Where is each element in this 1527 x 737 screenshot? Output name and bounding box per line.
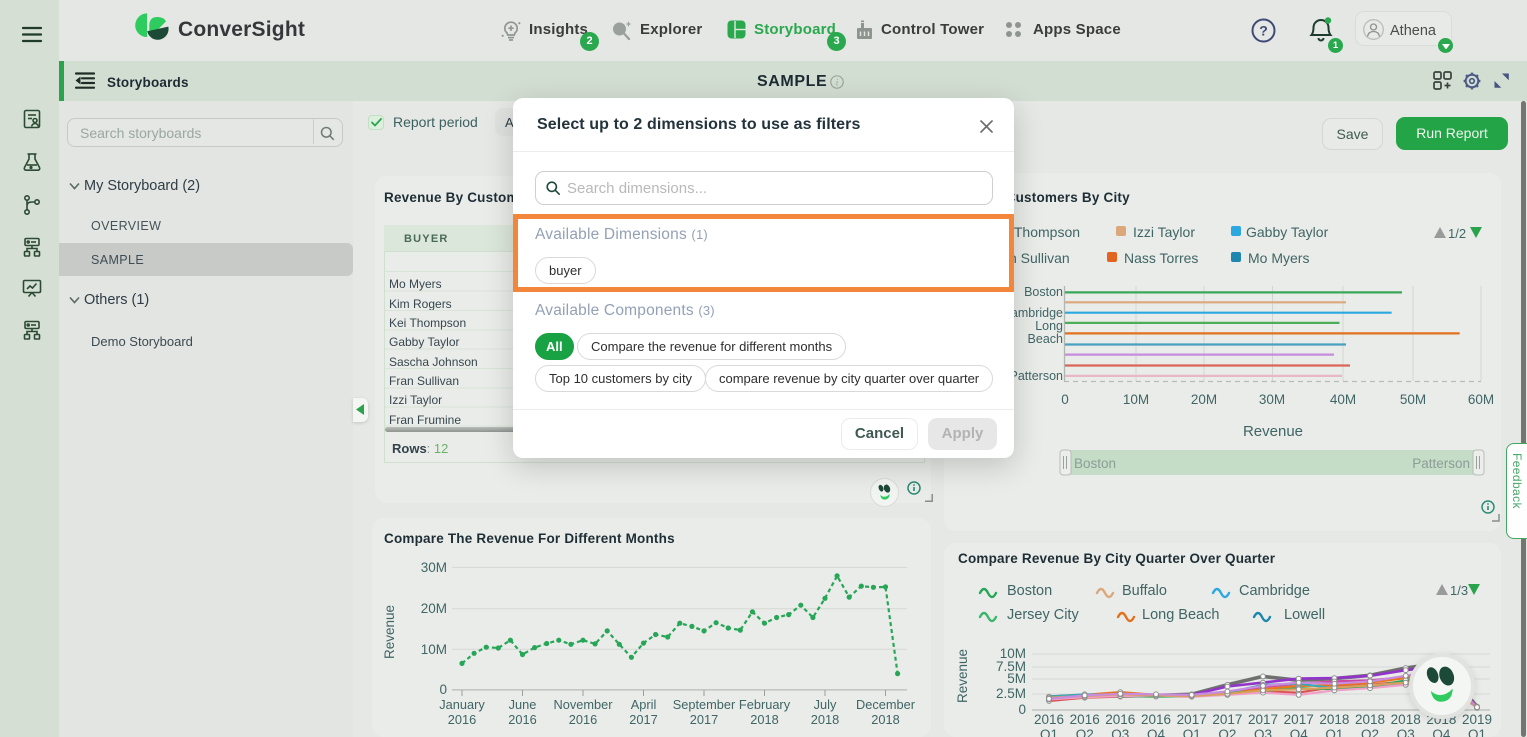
- svg-text:Lowell: Lowell: [1284, 607, 1325, 623]
- svg-text:30M: 30M: [421, 560, 447, 575]
- svg-text:2019: 2019: [1462, 712, 1492, 727]
- svg-text:Q1: Q1: [1325, 727, 1343, 737]
- svg-text:2016: 2016: [508, 712, 536, 727]
- svg-text:2016: 2016: [448, 712, 476, 727]
- svg-text:Gabby Taylor: Gabby Taylor: [1246, 224, 1329, 240]
- svg-text:2018: 2018: [1391, 712, 1421, 727]
- svg-text:40M: 40M: [1330, 392, 1356, 407]
- svg-text:10M: 10M: [421, 642, 447, 657]
- svg-text:2017: 2017: [629, 712, 657, 727]
- svg-text:10M: 10M: [1123, 392, 1149, 407]
- svg-text:2017: 2017: [690, 712, 718, 727]
- svg-text:5M: 5M: [1007, 671, 1026, 686]
- svg-text:Q4: Q4: [1432, 727, 1451, 737]
- svg-text:Long: Long: [1035, 319, 1063, 333]
- svg-text:April: April: [631, 697, 657, 712]
- svg-text:Q2: Q2: [1218, 727, 1236, 737]
- svg-text:Q3: Q3: [1397, 727, 1415, 737]
- svg-text:50M: 50M: [1400, 392, 1426, 407]
- svg-text:Long Beach: Long Beach: [1142, 607, 1219, 623]
- svg-text:Q3: Q3: [1254, 727, 1272, 737]
- svg-text:Beach: Beach: [1028, 332, 1063, 346]
- svg-text:?: ?: [1259, 23, 1268, 39]
- svg-text:1/3: 1/3: [1450, 583, 1468, 598]
- svg-text:Patterson: Patterson: [1009, 369, 1063, 383]
- svg-text:Boston: Boston: [1074, 456, 1116, 471]
- svg-text:Jersey City: Jersey City: [1007, 607, 1079, 623]
- svg-text:Cambridge: Cambridge: [1239, 583, 1310, 599]
- svg-text:Q4: Q4: [1290, 727, 1309, 737]
- svg-text:0: 0: [1018, 702, 1026, 717]
- svg-text:November: November: [553, 697, 613, 712]
- svg-text:Boston: Boston: [1024, 285, 1063, 299]
- svg-text:2017: 2017: [1248, 712, 1278, 727]
- svg-text:20M: 20M: [1191, 392, 1217, 407]
- svg-text:Q1: Q1: [1040, 727, 1058, 737]
- svg-text:Revenue: Revenue: [955, 649, 970, 703]
- svg-text:Q2: Q2: [1361, 727, 1379, 737]
- svg-text:2018: 2018: [871, 712, 899, 727]
- svg-text:December: December: [856, 697, 916, 712]
- svg-text:Mo Myers: Mo Myers: [1248, 250, 1309, 266]
- svg-text:Izzi Taylor: Izzi Taylor: [1133, 224, 1195, 240]
- svg-text:1/2: 1/2: [1448, 226, 1466, 241]
- svg-text:2016: 2016: [1141, 712, 1171, 727]
- svg-text:Revenue: Revenue: [382, 605, 397, 659]
- svg-text:2018: 2018: [811, 712, 839, 727]
- svg-text:2016: 2016: [1034, 712, 1064, 727]
- svg-text:60M: 60M: [1468, 392, 1494, 407]
- svg-text:June: June: [509, 697, 537, 712]
- svg-text:Q3: Q3: [1111, 727, 1129, 737]
- svg-text:0: 0: [1061, 392, 1069, 407]
- svg-text:Q1: Q1: [1468, 727, 1486, 737]
- svg-text:2018: 2018: [1319, 712, 1349, 727]
- svg-text:2.5M: 2.5M: [996, 686, 1026, 701]
- svg-text:2016: 2016: [569, 712, 597, 727]
- svg-text:Q1: Q1: [1183, 727, 1201, 737]
- svg-text:2018: 2018: [750, 712, 778, 727]
- svg-text:i: i: [836, 77, 839, 87]
- svg-text:January: January: [439, 697, 485, 712]
- svg-text:2017: 2017: [1177, 712, 1207, 727]
- svg-text:2018: 2018: [1355, 712, 1385, 727]
- svg-text:Patterson: Patterson: [1412, 456, 1470, 471]
- svg-text:Q4: Q4: [1147, 727, 1166, 737]
- svg-text:Revenue: Revenue: [1243, 423, 1303, 440]
- svg-text:February: February: [739, 697, 791, 712]
- svg-text:Buffalo: Buffalo: [1122, 583, 1167, 599]
- svg-text:2017: 2017: [1212, 712, 1242, 727]
- svg-text:2017: 2017: [1284, 712, 1314, 727]
- svg-text:Boston: Boston: [1007, 583, 1052, 599]
- svg-text:2016: 2016: [1070, 712, 1100, 727]
- svg-text:Q2: Q2: [1076, 727, 1094, 737]
- svg-text:2016: 2016: [1105, 712, 1135, 727]
- svg-text:0: 0: [439, 682, 447, 697]
- svg-text:September: September: [673, 697, 736, 712]
- svg-text:20M: 20M: [421, 601, 447, 616]
- svg-text:30M: 30M: [1259, 392, 1285, 407]
- svg-text:Nass Torres: Nass Torres: [1124, 250, 1198, 266]
- svg-text:July: July: [814, 697, 837, 712]
